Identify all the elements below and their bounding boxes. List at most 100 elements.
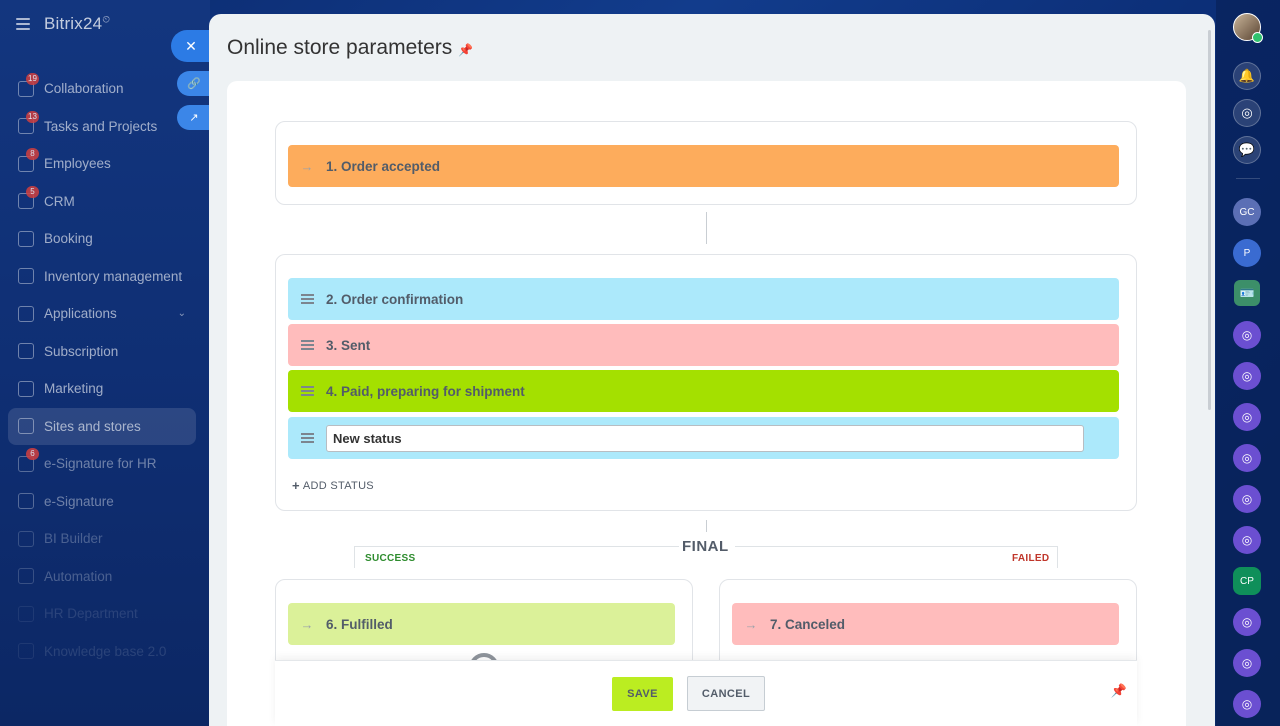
status-label: 6. Fulfilled <box>326 616 393 632</box>
booking-icon <box>18 230 34 247</box>
status-fulfilled[interactable]: → 6. Fulfilled <box>288 603 675 645</box>
link-icon: 🔗 <box>187 78 201 90</box>
sidebar-item-label: Knowledge base 2.0 <box>44 643 167 659</box>
copy-link-button[interactable]: 🔗 <box>177 71 211 96</box>
sidebar-item-applications[interactable]: Applications ⌄ <box>8 295 196 333</box>
chat-avatar-channel[interactable]: ◎ <box>1233 690 1261 718</box>
drag-handle-icon[interactable] <box>288 433 326 443</box>
close-slider-button[interactable]: ✕ <box>171 30 211 62</box>
counter-badge: 6 <box>26 448 39 460</box>
chat-avatar-channel[interactable]: ◎ <box>1233 608 1261 636</box>
sidebar-item-booking[interactable]: Booking <box>8 220 196 258</box>
counter-badge: 8 <box>26 148 39 160</box>
new-status-input[interactable] <box>326 424 1084 452</box>
rail-divider <box>1236 178 1260 179</box>
sidebar-item-hr-department[interactable]: HR Department <box>8 595 196 633</box>
chat-avatar-channel[interactable]: ◎ <box>1233 403 1261 431</box>
sidebar-item-crm[interactable]: CRM 5 <box>8 183 196 221</box>
chat-avatar-gc[interactable]: GC <box>1233 198 1261 226</box>
counter-badge: 13 <box>26 110 39 123</box>
status-new-editing[interactable] <box>288 417 1119 459</box>
sidebar-item-subscription[interactable]: Subscription <box>8 333 196 371</box>
status-order-accepted[interactable]: → 1. Order accepted <box>288 145 1119 187</box>
menu-icon[interactable] <box>16 18 30 30</box>
status-sent[interactable]: 3. Sent <box>288 324 1119 366</box>
chat-avatar-channel[interactable]: ◎ <box>1233 362 1261 390</box>
sidebar-item-label: Subscription <box>44 343 119 359</box>
subscription-icon <box>18 343 34 360</box>
sidebar-item-e-signature[interactable]: e-Signature <box>8 483 196 521</box>
sidebar-item-employees[interactable]: Employees 8 <box>8 145 196 183</box>
messenger-icon[interactable]: 💬 <box>1233 136 1261 164</box>
status-settings-card: → 1. Order accepted 2. Order confirmatio… <box>227 81 1186 726</box>
pin-panel-icon[interactable]: 📌 <box>1111 683 1127 699</box>
sidebar-item-sites-and-stores[interactable]: Sites and stores <box>8 407 196 445</box>
sidebar-item-marketing[interactable]: Marketing <box>8 370 196 408</box>
chat-avatar-channel[interactable]: ◎ <box>1233 526 1261 554</box>
sidebar-item-label: HR Department <box>44 606 138 622</box>
sidebar-item-automation[interactable]: Automation <box>8 558 196 596</box>
sidebar-nav: Collaboration 19 Tasks and Projects 13 Emplo… <box>8 70 196 670</box>
pin-icon[interactable]: 📌 <box>458 43 473 57</box>
final-bracket-left-edge <box>354 546 355 568</box>
drag-handle-icon[interactable] <box>288 294 326 304</box>
status-canceled[interactable]: → 7. Canceled <box>732 603 1119 645</box>
user-avatar[interactable] <box>1233 13 1263 43</box>
final-bracket-right-edge <box>1057 546 1058 568</box>
sidebar-item-e-signature-for-hr[interactable]: e-Signature for HR 6 <box>8 445 196 483</box>
chat-avatar-channel[interactable]: ◎ <box>1233 321 1261 349</box>
drag-handle-icon[interactable] <box>288 340 326 350</box>
connector-line <box>706 212 707 244</box>
status-order-confirmation[interactable]: 2. Order confirmation <box>288 278 1119 320</box>
drag-handle-icon[interactable] <box>288 386 326 396</box>
chat-avatar-cp[interactable]: CP <box>1233 567 1261 595</box>
chat-avatar-channel[interactable]: ◎ <box>1233 444 1261 472</box>
copilot-icon[interactable]: ◎ <box>1233 99 1261 127</box>
final-bracket-left <box>354 546 679 547</box>
sidebar-item-collaboration[interactable]: Collaboration 19 <box>8 70 196 108</box>
arrow-right-icon: → <box>300 616 314 632</box>
hr-icon <box>18 605 34 622</box>
status-paid-preparing[interactable]: 4. Paid, preparing for shipment <box>288 370 1119 412</box>
sidebar-item-label: Applications <box>44 306 117 322</box>
chat-avatar-channel[interactable]: ◎ <box>1233 649 1261 677</box>
sidebar-item-tasks-and-projects[interactable]: Tasks and Projects 13 <box>8 108 196 146</box>
counter-badge: 5 <box>26 185 39 198</box>
marketing-icon <box>18 380 34 397</box>
sidebar-item-knowledge-base-2-0[interactable]: Knowledge base 2.0 <box>8 633 196 671</box>
final-bracket-right <box>735 546 1058 547</box>
cancel-button[interactable]: CANCEL <box>687 676 765 711</box>
initial-status-group: → 1. Order accepted <box>275 121 1137 205</box>
clock-icon: ⏲ <box>102 14 111 26</box>
left-sidebar: Bitrix24⏲ Collaboration 19 Tasks and Proje… <box>0 0 210 726</box>
chat-avatar-channel[interactable]: ◎ <box>1233 485 1261 513</box>
external-link-icon: ↗ <box>189 112 199 124</box>
bi-builder-icon <box>18 530 34 547</box>
sidebar-item-inventory-management[interactable]: Inventory management <box>8 258 196 296</box>
status-label: 4. Paid, preparing for shipment <box>326 383 525 399</box>
scrollbar[interactable] <box>1208 30 1211 410</box>
chat-avatar-p[interactable]: P <box>1233 239 1261 267</box>
app-logo[interactable]: Bitrix24⏲ <box>44 14 110 34</box>
sidebar-item-label: e-Signature <box>44 493 114 509</box>
intermediate-status-group: 2. Order confirmation 3. Sent 4. Paid, p… <box>275 254 1137 511</box>
status-label: 2. Order confirmation <box>326 291 464 307</box>
esignature-icon <box>18 493 34 510</box>
page-title: Online store parameters 📌 <box>227 36 473 60</box>
chevron-down-icon[interactable]: ⌄ <box>178 308 186 319</box>
inventory-icon <box>18 268 34 285</box>
cart-icon <box>18 418 34 435</box>
contact-card-icon[interactable]: 🪪 <box>1234 280 1260 306</box>
knowledge-icon <box>18 643 34 660</box>
applications-icon <box>18 305 34 322</box>
sidebar-item-label: Employees <box>44 156 111 172</box>
add-status-button[interactable]: + ADD STATUS <box>292 478 374 493</box>
status-label: 3. Sent <box>326 337 371 353</box>
add-status-label: ADD STATUS <box>302 479 374 492</box>
sidebar-item-bi-builder[interactable]: BI Builder <box>8 520 196 558</box>
notifications-bell-icon[interactable]: 🔔 <box>1233 62 1261 90</box>
right-rail: 🔔 ◎ 💬 GC P 🪪 ◎ ◎ ◎ ◎ ◎ ◎ CP ◎ ◎ ◎ <box>1216 0 1280 726</box>
page-title-text: Online store parameters <box>227 36 453 59</box>
open-in-new-window-button[interactable]: ↗ <box>177 105 211 130</box>
save-button[interactable]: SAVE <box>612 677 673 711</box>
